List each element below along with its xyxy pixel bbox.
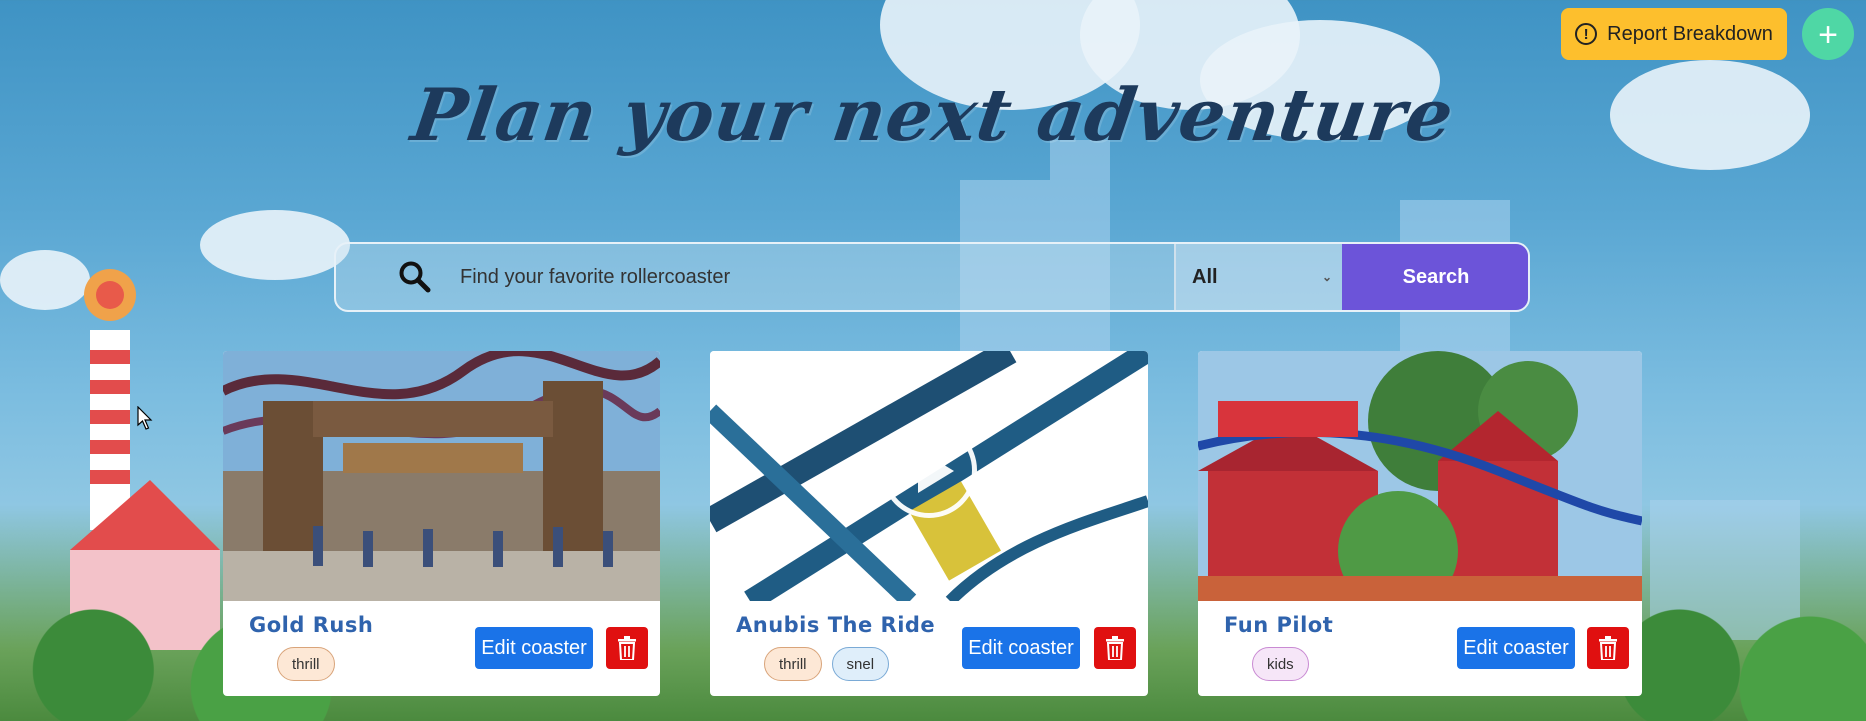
trash-icon (1106, 636, 1124, 660)
play-video-icon[interactable] (881, 422, 977, 518)
tag-badge: snel (831, 647, 890, 681)
delete-coaster-button[interactable] (1587, 627, 1629, 669)
delete-coaster-button[interactable] (606, 627, 648, 669)
coaster-card: Anubis The Ride thrill snel Edit coaster (710, 351, 1148, 696)
tag-badge: thrill (764, 647, 822, 681)
edit-coaster-button[interactable]: Edit coaster (475, 627, 593, 669)
trash-icon (1599, 636, 1617, 660)
tag-badge: thrill (277, 647, 335, 681)
search-button[interactable]: Search (1342, 244, 1528, 310)
coaster-card: Gold Rush thrill Edit coaster (223, 351, 660, 696)
category-filter-value: All (1192, 265, 1218, 288)
coaster-card: Fun Pilot kids Edit coaster (1198, 351, 1642, 696)
mouse-cursor-icon (137, 406, 153, 430)
edit-coaster-button[interactable]: Edit coaster (962, 627, 1080, 669)
coaster-photo (223, 351, 660, 601)
search-input[interactable] (432, 244, 1174, 310)
coaster-name: Gold Rush (249, 613, 374, 637)
coaster-photo (1198, 351, 1642, 601)
report-breakdown-label: Report Breakdown (1607, 22, 1773, 45)
add-coaster-button[interactable]: + (1802, 8, 1854, 60)
page-title: Plan your next adventure (406, 72, 1460, 157)
warning-circle-icon: ! (1575, 23, 1598, 45)
trash-icon (618, 636, 636, 660)
coaster-video-thumbnail[interactable] (710, 351, 1148, 601)
delete-coaster-button[interactable] (1094, 627, 1136, 669)
chevron-down-icon: ⌄ (1321, 270, 1332, 284)
category-filter-select[interactable]: All ⌄ (1174, 244, 1342, 310)
edit-coaster-button[interactable]: Edit coaster (1457, 627, 1575, 669)
search-bar: All ⌄ Search (334, 242, 1530, 312)
search-icon (398, 260, 432, 294)
tag-badge: kids (1252, 647, 1309, 681)
coaster-name: Fun Pilot (1224, 613, 1334, 637)
coaster-name: Anubis The Ride (736, 613, 936, 637)
report-breakdown-button[interactable]: ! Report Breakdown (1561, 8, 1787, 60)
